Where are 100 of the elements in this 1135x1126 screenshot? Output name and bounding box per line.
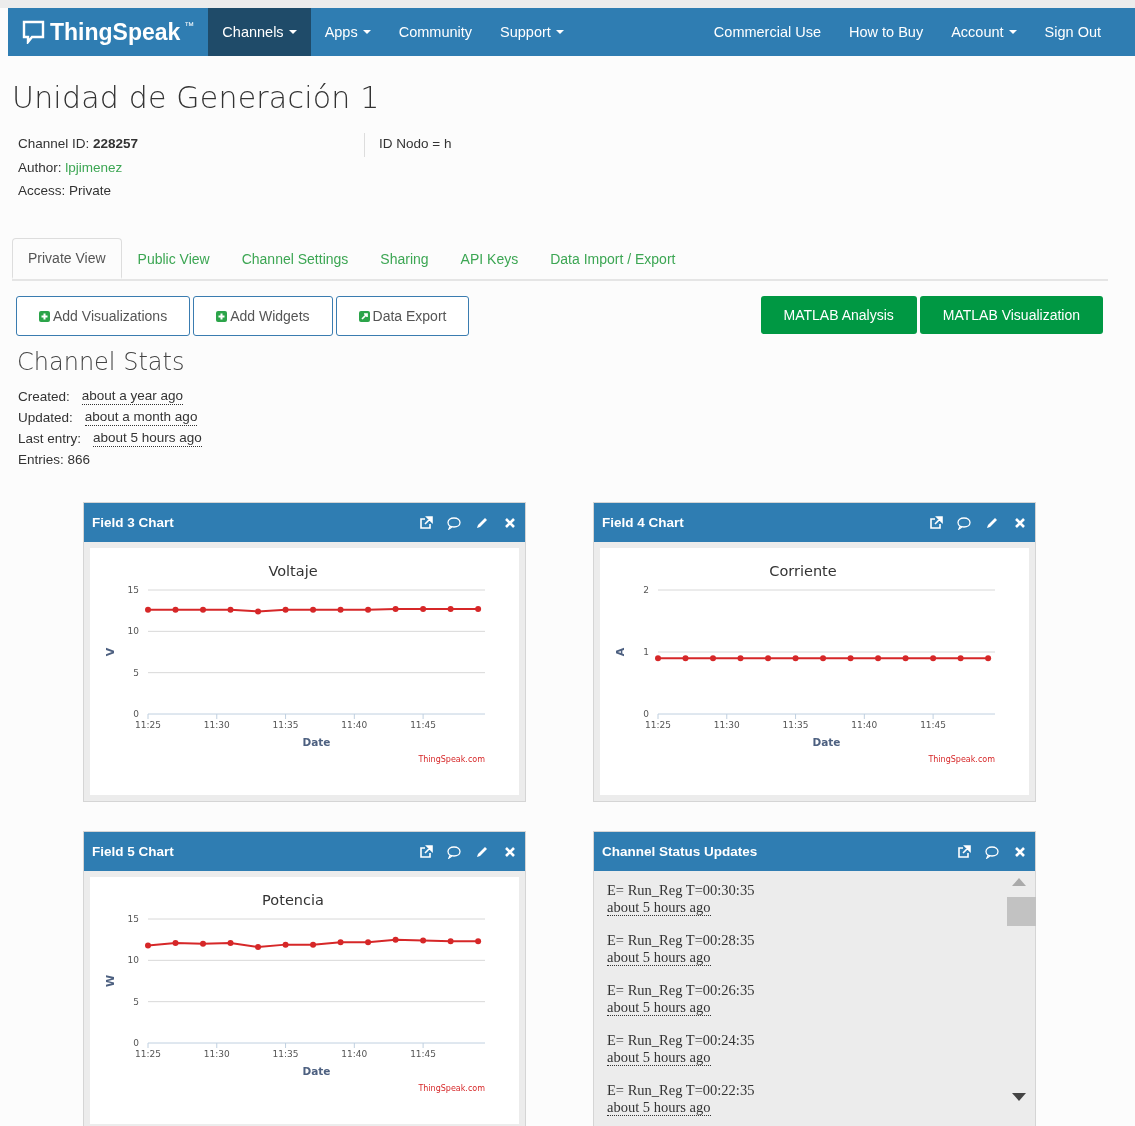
data-point xyxy=(682,655,689,662)
data-point xyxy=(765,655,772,662)
channel-title: Unidad de Generación 1 xyxy=(12,80,381,115)
nav-item[interactable]: Commercial Use xyxy=(699,8,835,56)
comment-icon[interactable] xyxy=(957,515,971,530)
data-point xyxy=(420,937,427,944)
y-tick-label: 0 xyxy=(643,709,649,719)
y-tick-label: 0 xyxy=(133,1038,139,1048)
x-tick-label: 11:35 xyxy=(272,720,299,730)
data-point xyxy=(255,944,262,951)
data-point xyxy=(985,655,992,662)
data-point xyxy=(820,655,827,662)
plus-icon xyxy=(216,310,228,322)
close-icon[interactable] xyxy=(503,515,517,530)
close-icon[interactable] xyxy=(1013,844,1027,859)
external-link-icon[interactable] xyxy=(419,844,433,859)
action-button[interactable]: Data Export xyxy=(335,296,470,336)
data-point xyxy=(475,938,482,945)
status-text: E= Run_Reg T=00:24:35 xyxy=(607,1031,756,1049)
chart-credit: ThingSpeak.com xyxy=(418,755,485,764)
y-axis-label: W xyxy=(104,974,117,988)
x-tick-label: 11:30 xyxy=(203,1049,230,1059)
y-tick-label: 15 xyxy=(127,585,139,595)
x-tick-label: 11:30 xyxy=(203,720,230,730)
comment-icon[interactable] xyxy=(985,844,999,859)
stat-label: Created: xyxy=(18,388,70,406)
speech-bubble-icon xyxy=(22,20,46,44)
pencil-icon[interactable] xyxy=(475,515,489,530)
widget-title: Field 3 Chart xyxy=(92,515,174,530)
tab[interactable]: API Keys xyxy=(444,238,535,279)
status-time: about 5 hours ago xyxy=(607,1100,711,1116)
x-tick-label: 11:25 xyxy=(645,720,671,730)
x-tick-label: 11:45 xyxy=(410,720,437,730)
nav-item[interactable]: How to Buy xyxy=(835,8,938,56)
data-point xyxy=(337,939,344,946)
logo[interactable]: ThingSpeak $^{™}$ xyxy=(8,8,209,56)
data-point xyxy=(337,606,344,613)
status-time: about 5 hours ago xyxy=(607,1000,711,1016)
external-link-icon[interactable] xyxy=(419,515,433,530)
data-point xyxy=(930,655,937,662)
action-button[interactable]: Add Widgets xyxy=(193,296,333,336)
y-axis-label: V xyxy=(104,647,117,657)
chart-title: Corriente xyxy=(769,563,837,579)
y-tick-label: 2 xyxy=(643,585,649,595)
pencil-icon[interactable] xyxy=(985,515,999,530)
data-point xyxy=(200,606,206,613)
matlab-button[interactable]: MATLAB Visualization xyxy=(919,296,1103,334)
x-tick-label: 11:40 xyxy=(341,1049,368,1059)
data-point xyxy=(145,942,151,949)
data-point xyxy=(282,941,289,948)
external-link-icon[interactable] xyxy=(957,844,971,859)
stat-label: Updated: xyxy=(18,409,73,427)
data-point xyxy=(447,606,454,612)
entries-count: Entries: 866 xyxy=(18,451,92,469)
y-tick-label: 1 xyxy=(643,647,649,657)
comment-icon[interactable] xyxy=(447,844,461,859)
data-point xyxy=(145,606,151,613)
external-link-icon[interactable] xyxy=(929,515,943,530)
data-point xyxy=(847,655,854,662)
tab[interactable]: Public View xyxy=(121,238,226,279)
status-time: about 5 hours ago xyxy=(607,950,711,966)
data-point xyxy=(172,606,179,613)
comment-icon[interactable] xyxy=(447,515,461,530)
data-point xyxy=(447,938,454,945)
data-point xyxy=(310,606,317,613)
matlab-button[interactable]: MATLAB Analysis xyxy=(760,296,917,334)
pencil-icon[interactable] xyxy=(475,844,489,859)
tab[interactable]: Sharing xyxy=(364,238,445,279)
chart-credit: ThingSpeak.com xyxy=(418,1084,485,1093)
access-text: Access: Private xyxy=(18,181,112,200)
tab[interactable]: Channel Settings xyxy=(225,238,365,279)
data-point xyxy=(172,939,179,946)
nav-item[interactable]: Community xyxy=(384,8,486,56)
action-button[interactable]: Add Visualizations xyxy=(16,296,191,336)
y-tick-label: 15 xyxy=(127,914,139,924)
tab[interactable]: Private View xyxy=(12,238,122,279)
x-tick-label: 11:45 xyxy=(920,720,947,730)
data-point xyxy=(282,606,289,613)
stat-value: about a month ago xyxy=(84,409,198,426)
scrollbar-thumb[interactable] xyxy=(1007,897,1036,926)
nav-item[interactable]: Apps xyxy=(310,8,385,56)
x-axis-label: Date xyxy=(812,736,841,748)
nav-item[interactable]: Sign Out xyxy=(1030,8,1115,56)
nav-item[interactable]: Channels xyxy=(208,8,311,56)
x-axis-label: Date xyxy=(302,1065,331,1077)
close-icon[interactable] xyxy=(1013,515,1027,530)
data-point xyxy=(227,939,234,946)
data-point xyxy=(227,606,234,613)
nav-item[interactable]: Account xyxy=(937,8,1031,56)
close-icon[interactable] xyxy=(503,844,517,859)
y-tick-label: 5 xyxy=(133,667,139,678)
y-axis-label: A xyxy=(614,647,627,657)
author-link[interactable]: lpjimenez xyxy=(65,157,123,180)
x-axis-label: Date xyxy=(302,736,331,748)
chart-title: Voltaje xyxy=(268,563,318,579)
tab[interactable]: Data Import / Export xyxy=(534,238,692,279)
scroll-down-icon[interactable] xyxy=(1012,1093,1026,1101)
nav-item[interactable]: Support xyxy=(486,8,578,56)
x-tick-label: 11:25 xyxy=(135,720,161,730)
y-tick-label: 5 xyxy=(133,996,139,1007)
